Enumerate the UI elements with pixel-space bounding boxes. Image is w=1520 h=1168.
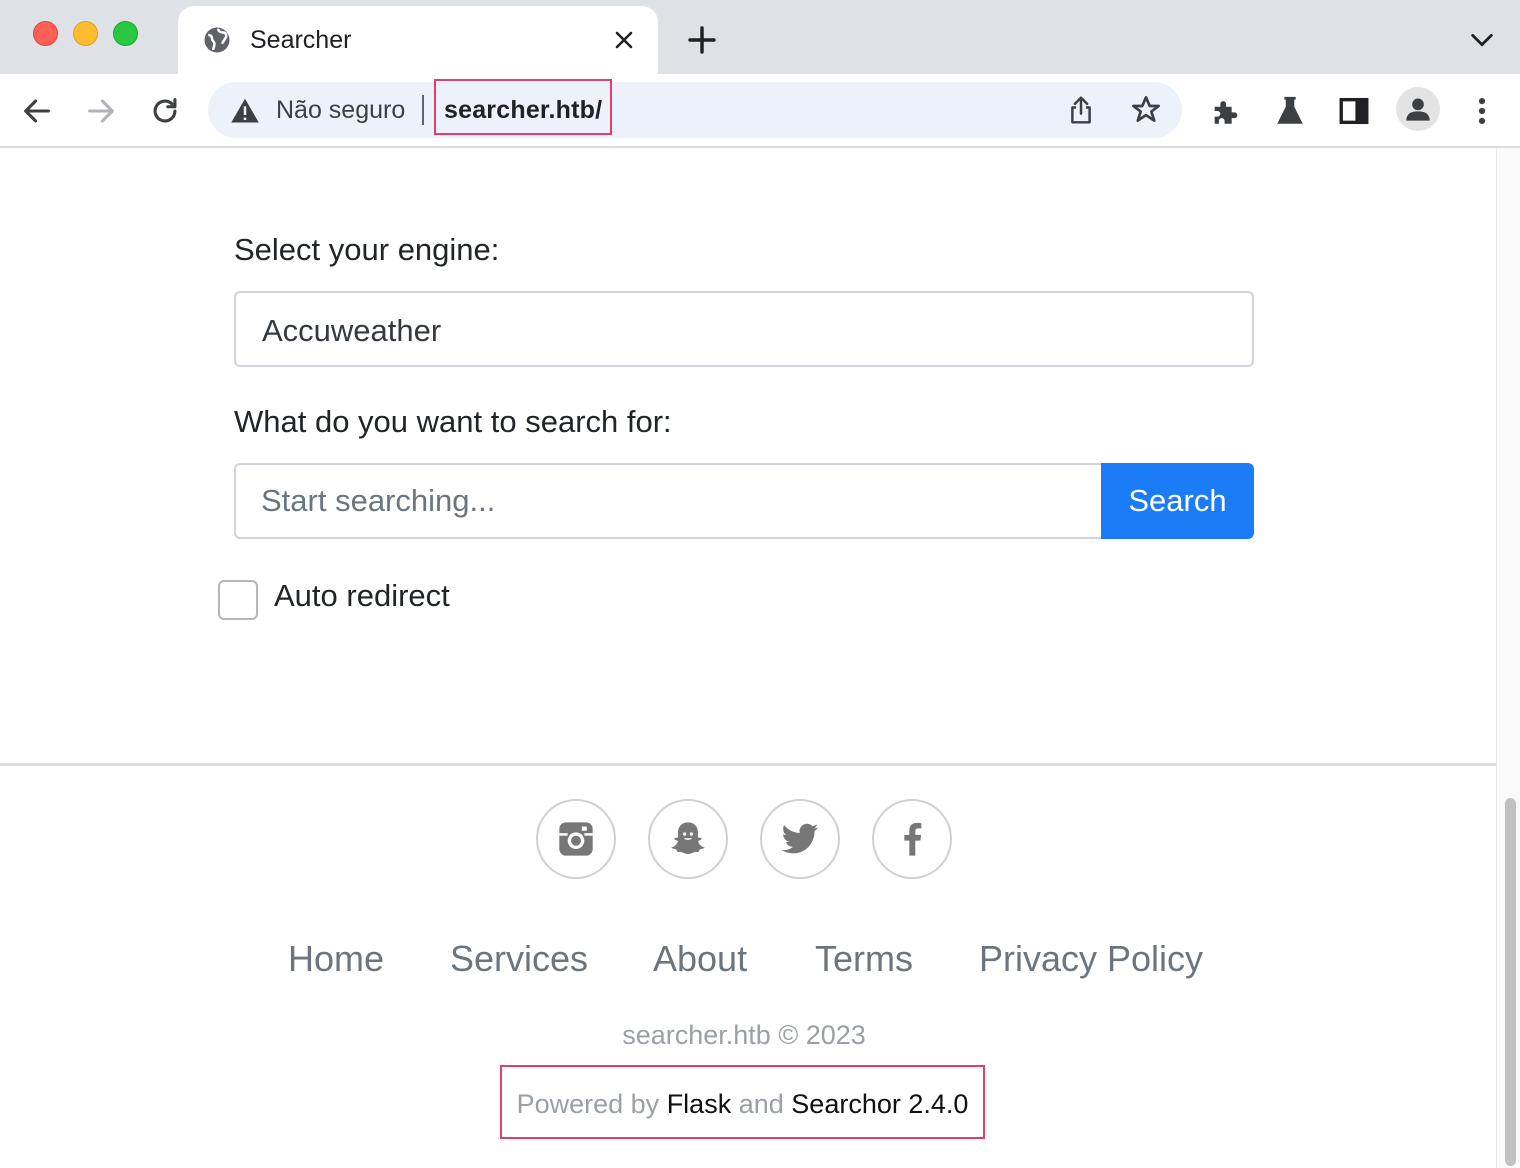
footer-divider: [0, 763, 1496, 766]
side-panel-icon[interactable]: [1337, 94, 1371, 128]
query-label: What do you want to search for:: [234, 404, 672, 439]
auto-redirect-label[interactable]: Auto redirect: [274, 578, 450, 614]
snapchat-link[interactable]: [648, 799, 728, 879]
new-tab-icon[interactable]: [686, 24, 718, 56]
searchor-link[interactable]: Searchor 2.4.0: [791, 1089, 968, 1119]
flask-link[interactable]: Flask: [667, 1089, 732, 1119]
reload-icon[interactable]: [148, 94, 182, 128]
twitter-icon: [781, 823, 819, 854]
tab-strip: Searcher: [0, 0, 1520, 74]
warning-icon[interactable]: [230, 96, 260, 124]
globe-icon: [204, 27, 230, 53]
search-button[interactable]: Search: [1101, 463, 1254, 539]
powered-by-text: Powered by Flask and Searchor 2.4.0: [502, 1089, 983, 1120]
star-icon[interactable]: [1130, 94, 1162, 126]
close-window-button[interactable]: [33, 21, 58, 46]
omnibox-divider: [422, 95, 424, 125]
extensions-icon[interactable]: [1209, 94, 1243, 128]
powered-prefix: Powered by: [516, 1089, 660, 1119]
chevron-down-icon[interactable]: [1468, 28, 1496, 52]
footer-link-home[interactable]: Home: [288, 938, 384, 980]
instagram-icon: [559, 822, 593, 856]
auto-redirect-checkbox[interactable]: [218, 580, 258, 620]
close-icon[interactable]: [612, 28, 636, 52]
active-tab[interactable]: Searcher: [178, 6, 658, 74]
back-icon[interactable]: [20, 94, 54, 128]
footer-link-privacy-policy[interactable]: Privacy Policy: [979, 938, 1203, 980]
labs-icon[interactable]: [1273, 94, 1307, 128]
address-bar[interactable]: Não seguro searcher.htb/: [208, 79, 1182, 138]
scrollbar-thumb[interactable]: [1505, 798, 1516, 1166]
profile-avatar[interactable]: [1396, 87, 1440, 131]
search-input[interactable]: [234, 463, 1102, 539]
forward-icon[interactable]: [84, 94, 118, 128]
facebook-link[interactable]: [872, 799, 952, 879]
menu-icon[interactable]: [1465, 94, 1499, 128]
powered-and: and: [738, 1089, 784, 1119]
profile-icon: [1406, 98, 1430, 121]
page-content: Select your engine: Accuweather What do …: [0, 148, 1496, 1168]
tab-title: Searcher: [250, 26, 352, 54]
copyright-text: searcher.htb © 2023: [622, 1020, 866, 1050]
footer-link-services[interactable]: Services: [450, 938, 588, 980]
security-status[interactable]: Não seguro: [276, 96, 405, 125]
twitter-link[interactable]: [760, 799, 840, 879]
url-text[interactable]: searcher.htb/: [444, 96, 602, 125]
engine-selected-value: Accuweather: [262, 313, 442, 348]
scrollbar[interactable]: [1496, 148, 1520, 1168]
engine-label: Select your engine:: [234, 232, 500, 267]
facebook-icon: [904, 822, 922, 856]
instagram-link[interactable]: [536, 799, 616, 879]
share-icon[interactable]: [1066, 94, 1096, 126]
footer-link-about[interactable]: About: [653, 938, 747, 980]
powered-by-highlight: Powered by Flask and Searchor 2.4.0: [500, 1065, 985, 1139]
footer-link-terms[interactable]: Terms: [815, 938, 913, 980]
maximize-window-button[interactable]: [113, 21, 138, 46]
browser-toolbar: Não seguro searcher.htb/: [0, 74, 1520, 148]
url-highlight: searcher.htb/: [434, 79, 612, 135]
engine-select[interactable]: Accuweather: [234, 291, 1254, 367]
snapchat-icon: [671, 822, 705, 854]
minimize-window-button[interactable]: [73, 21, 98, 46]
